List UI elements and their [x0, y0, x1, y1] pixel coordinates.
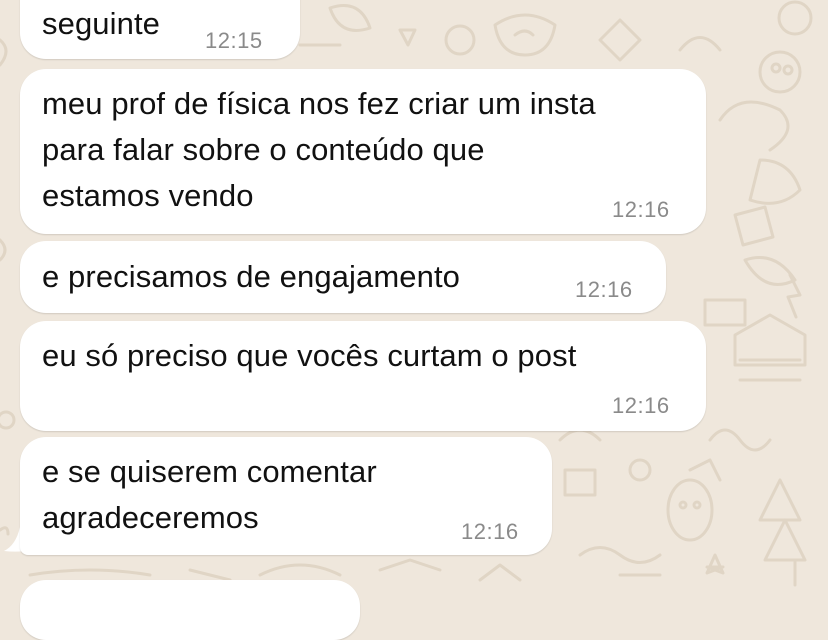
message-bubble[interactable]: e precisamos de engajamento 12:16	[20, 241, 666, 313]
message-timestamp: 12:16	[575, 277, 633, 302]
message-bubble[interactable]: meu prof de física nos fez criar um inst…	[20, 69, 706, 234]
message-text: para falar sobre o conteúdo que	[42, 132, 485, 167]
message-text: e se quiserem comentar	[42, 454, 377, 489]
message-bubble[interactable]: seguinte 12:15	[20, 0, 300, 59]
message-text: e precisamos de engajamento	[42, 259, 461, 294]
message-timestamp: 12:16	[461, 519, 519, 544]
message-bubble[interactable]: e se quiserem comentar agradeceremos 12:…	[20, 437, 552, 555]
message-text: seguinte	[42, 6, 161, 41]
message-text: agradeceremos	[42, 500, 259, 535]
message-bubble[interactable]: eu só preciso que vocês curtam o post 12…	[20, 321, 706, 431]
message-timestamp: 12:16	[612, 197, 670, 222]
message-text: estamos vendo	[42, 178, 254, 213]
message-timestamp: 12:16	[612, 393, 670, 418]
message-timestamp: 12:15	[205, 28, 263, 53]
message-bubble-partial[interactable]	[20, 580, 360, 640]
message-text: eu só preciso que vocês curtam o post	[42, 338, 577, 373]
message-text: meu prof de física nos fez criar um inst…	[42, 86, 596, 121]
